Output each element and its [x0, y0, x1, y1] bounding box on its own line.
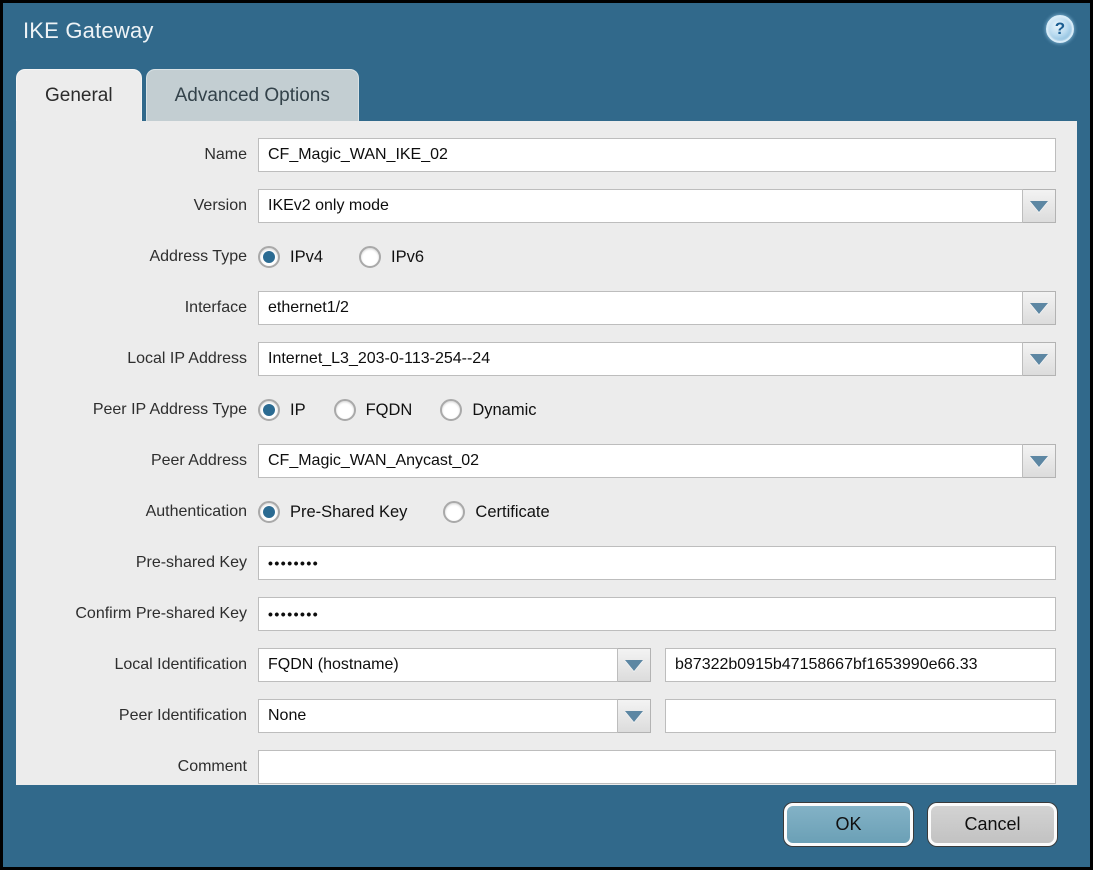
local-ip-label: Local IP Address [16, 350, 258, 368]
peer-identification-dropdown-button[interactable] [618, 699, 651, 733]
ipv6-radio[interactable] [359, 246, 381, 268]
local-ip-dropdown-button[interactable] [1023, 342, 1056, 376]
help-glyph: ? [1055, 19, 1065, 39]
chevron-down-icon [625, 660, 643, 671]
peer-identification-label: Peer Identification [16, 707, 258, 725]
confirm-preshared-key-input[interactable] [258, 597, 1056, 631]
address-type-label: Address Type [16, 248, 258, 266]
name-row: Name [16, 138, 1064, 172]
help-icon[interactable]: ? [1046, 15, 1074, 43]
local-ip-row: Local IP Address [16, 342, 1064, 376]
local-identification-type-dropdown[interactable]: FQDN (hostname) [258, 648, 618, 682]
authentication-label: Authentication [16, 503, 258, 521]
ipv4-radio-label: IPv4 [290, 248, 323, 267]
interface-input[interactable] [258, 291, 1023, 325]
peer-identification-type-dropdown[interactable]: None [258, 699, 618, 733]
version-row: Version [16, 189, 1064, 223]
chevron-down-icon [1030, 303, 1048, 314]
authentication-row: Authentication Pre-Shared Key Certificat… [16, 495, 1064, 529]
tab-general[interactable]: General [16, 69, 142, 121]
tab-advanced-options-label: Advanced Options [175, 85, 330, 107]
certificate-radio-label: Certificate [475, 503, 549, 522]
confirm-preshared-key-label: Confirm Pre-shared Key [16, 605, 258, 623]
tab-general-label: General [45, 85, 113, 107]
peer-ip-type-row: Peer IP Address Type IP FQDN Dynamic [16, 393, 1064, 427]
peer-address-dropdown-button[interactable] [1023, 444, 1056, 478]
chevron-down-icon [1030, 201, 1048, 212]
preshared-key-radio[interactable] [258, 501, 280, 523]
local-identification-row: Local Identification FQDN (hostname) [16, 648, 1064, 682]
ok-button-label: OK [835, 814, 861, 835]
address-type-row: Address Type IPv4 IPv6 [16, 240, 1064, 274]
preshared-key-input[interactable] [258, 546, 1056, 580]
version-input[interactable] [258, 189, 1023, 223]
chevron-down-icon [625, 711, 643, 722]
peer-fqdn-radio[interactable] [334, 399, 356, 421]
name-label: Name [16, 146, 258, 164]
tab-advanced-options[interactable]: Advanced Options [146, 69, 359, 121]
comment-label: Comment [16, 758, 258, 776]
preshared-key-label: Pre-shared Key [16, 554, 258, 572]
local-identification-type-value: FQDN (hostname) [268, 656, 399, 674]
peer-identification-type-value: None [268, 707, 306, 725]
comment-input[interactable] [258, 750, 1056, 784]
peer-fqdn-radio-label: FQDN [366, 401, 413, 420]
peer-address-input[interactable] [258, 444, 1023, 478]
ok-button[interactable]: OK [784, 803, 913, 846]
version-label: Version [16, 197, 258, 215]
peer-ip-radio-label: IP [290, 401, 306, 420]
ipv4-radio[interactable] [258, 246, 280, 268]
peer-identification-row: Peer Identification None [16, 699, 1064, 733]
tab-bar: General Advanced Options [16, 69, 359, 121]
chevron-down-icon [1030, 456, 1048, 467]
cancel-button-label: Cancel [964, 814, 1020, 835]
general-tab-panel: Name Version Address Type IPv4 IPv6 [16, 121, 1077, 785]
chevron-down-icon [1030, 354, 1048, 365]
peer-identification-value-input[interactable] [665, 699, 1056, 733]
local-ip-input[interactable] [258, 342, 1023, 376]
interface-row: Interface [16, 291, 1064, 325]
version-dropdown-button[interactable] [1023, 189, 1056, 223]
peer-dynamic-radio[interactable] [440, 399, 462, 421]
ike-gateway-dialog: IKE Gateway ? General Advanced Options N… [0, 0, 1093, 870]
peer-ip-type-label: Peer IP Address Type [16, 401, 258, 419]
peer-dynamic-radio-label: Dynamic [472, 401, 536, 420]
preshared-key-radio-label: Pre-Shared Key [290, 503, 407, 522]
confirm-preshared-key-row: Confirm Pre-shared Key [16, 597, 1064, 631]
local-identification-label: Local Identification [16, 656, 258, 674]
preshared-key-row: Pre-shared Key [16, 546, 1064, 580]
comment-row: Comment [16, 750, 1064, 784]
cancel-button[interactable]: Cancel [928, 803, 1057, 846]
local-identification-value-input[interactable] [665, 648, 1056, 682]
peer-ip-radio[interactable] [258, 399, 280, 421]
interface-dropdown-button[interactable] [1023, 291, 1056, 325]
dialog-title: IKE Gateway [23, 18, 154, 44]
interface-label: Interface [16, 299, 258, 317]
name-input[interactable] [258, 138, 1056, 172]
title-bar: IKE Gateway ? [3, 3, 1090, 67]
ipv6-radio-label: IPv6 [391, 248, 424, 267]
peer-address-row: Peer Address [16, 444, 1064, 478]
local-identification-dropdown-button[interactable] [618, 648, 651, 682]
peer-address-label: Peer Address [16, 452, 258, 470]
certificate-radio[interactable] [443, 501, 465, 523]
